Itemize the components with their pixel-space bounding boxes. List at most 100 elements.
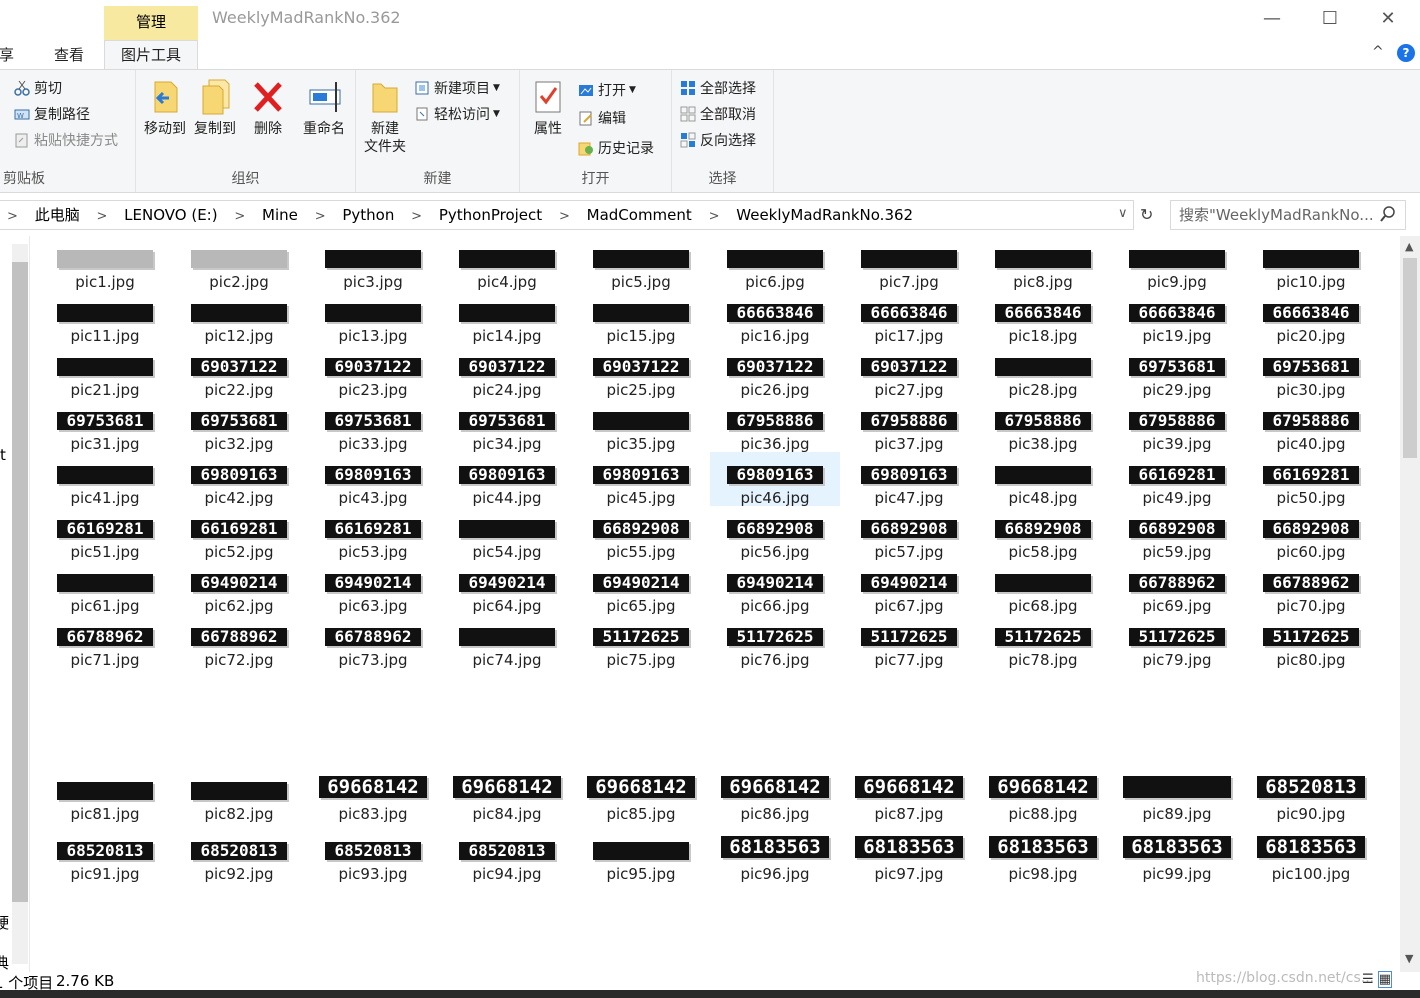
delete-button[interactable]: 删除 — [248, 78, 288, 138]
file-item[interactable]: pic5.jpg — [576, 236, 706, 291]
file-item[interactable]: 67958886 pic38.jpg — [978, 398, 1108, 453]
file-item[interactable]: 68183563 pic96.jpg — [710, 828, 840, 883]
file-item[interactable]: 69037122 pic24.jpg — [442, 344, 572, 399]
file-item[interactable]: 69668142 pic87.jpg — [844, 768, 974, 823]
file-item[interactable]: 66892908 pic60.jpg — [1246, 506, 1376, 561]
breadcrumb-chevron-icon[interactable]: > — [234, 203, 245, 229]
file-item[interactable]: 68520813 pic94.jpg — [442, 828, 572, 883]
file-item[interactable]: 66892908 pic57.jpg — [844, 506, 974, 561]
file-item[interactable]: 69490214 pic62.jpg — [174, 560, 304, 615]
file-item[interactable]: 66788962 pic73.jpg — [308, 614, 438, 669]
minimize-button[interactable]: — — [1252, 4, 1292, 34]
file-item[interactable]: 66169281 pic50.jpg — [1246, 452, 1376, 507]
breadcrumb-current-folder[interactable]: WeeklyMadRankNo.362 — [736, 201, 913, 229]
open-button[interactable]: 打开 ▼ — [578, 80, 636, 100]
close-button[interactable]: ✕ — [1368, 4, 1408, 34]
file-item[interactable]: 69809163 pic46.jpg — [710, 452, 840, 507]
view-buttons[interactable]: ☰ ▦ — [1362, 971, 1393, 988]
file-item[interactable]: 68183563 pic98.jpg — [978, 828, 1108, 883]
file-item[interactable]: pic48.jpg — [978, 452, 1108, 507]
file-item[interactable]: 66663846 pic17.jpg — [844, 290, 974, 345]
maximize-button[interactable]: ☐ — [1310, 4, 1350, 34]
address-dropdown-icon[interactable]: ∨ — [1118, 200, 1128, 228]
file-item[interactable]: 69490214 pic63.jpg — [308, 560, 438, 615]
file-item[interactable]: 69037122 pic27.jpg — [844, 344, 974, 399]
tab-picture-tools[interactable]: 图片工具 — [104, 40, 198, 71]
file-item[interactable]: 69753681 pic29.jpg — [1112, 344, 1242, 399]
file-item[interactable]: 69037122 pic22.jpg — [174, 344, 304, 399]
scroll-up-arrow-icon[interactable]: ▲ — [1405, 240, 1413, 253]
breadcrumb-pythonproject[interactable]: PythonProject — [439, 201, 542, 229]
file-item[interactable]: 69037122 pic25.jpg — [576, 344, 706, 399]
breadcrumb-chevron-icon[interactable]: > — [559, 203, 570, 229]
breadcrumb-madcomment[interactable]: MadComment — [587, 201, 692, 229]
file-item[interactable]: 69668142 pic84.jpg — [442, 768, 572, 823]
copy-path-button[interactable]: W 复制路径 — [14, 104, 90, 124]
file-item[interactable]: 66892908 pic58.jpg — [978, 506, 1108, 561]
file-item[interactable]: 66169281 pic52.jpg — [174, 506, 304, 561]
file-item[interactable]: 69668142 pic88.jpg — [978, 768, 1108, 823]
file-item[interactable]: 66788962 pic70.jpg — [1246, 560, 1376, 615]
search-input[interactable]: 搜索"WeeklyMadRankNo... — [1170, 200, 1406, 230]
file-item[interactable]: 51172625 pic77.jpg — [844, 614, 974, 669]
file-item[interactable]: 68520813 pic93.jpg — [308, 828, 438, 883]
history-button[interactable]: 历史记录 — [578, 138, 654, 158]
file-item[interactable]: 51172625 pic76.jpg — [710, 614, 840, 669]
file-item[interactable]: pic68.jpg — [978, 560, 1108, 615]
file-item[interactable]: 66663846 pic18.jpg — [978, 290, 1108, 345]
file-item[interactable]: pic61.jpg — [40, 560, 170, 615]
file-item[interactable]: pic4.jpg — [442, 236, 572, 291]
file-item[interactable]: pic2.jpg — [174, 236, 304, 291]
file-item[interactable]: pic10.jpg — [1246, 236, 1376, 291]
file-item[interactable]: pic35.jpg — [576, 398, 706, 453]
file-item[interactable]: 51172625 pic79.jpg — [1112, 614, 1242, 669]
file-item[interactable]: 66788962 pic69.jpg — [1112, 560, 1242, 615]
file-item[interactable]: pic12.jpg — [174, 290, 304, 345]
file-item[interactable]: 69037122 pic26.jpg — [710, 344, 840, 399]
vertical-scrollbar-thumb[interactable] — [1403, 258, 1417, 458]
file-item[interactable]: 69753681 pic30.jpg — [1246, 344, 1376, 399]
file-item[interactable]: 69490214 pic65.jpg — [576, 560, 706, 615]
file-item[interactable]: 69753681 pic33.jpg — [308, 398, 438, 453]
file-item[interactable]: pic74.jpg — [442, 614, 572, 669]
file-item[interactable]: pic7.jpg — [844, 236, 974, 291]
breadcrumb-python[interactable]: Python — [342, 201, 394, 229]
easy-access-button[interactable]: 轻松访问 ▼ — [414, 104, 500, 124]
properties-button[interactable]: 属性 — [528, 78, 568, 138]
file-item[interactable]: 69490214 pic64.jpg — [442, 560, 572, 615]
file-item[interactable]: pic95.jpg — [576, 828, 706, 883]
new-folder-button[interactable]: 新建 文件夹 — [360, 78, 410, 156]
details-view-icon[interactable]: ☰ — [1362, 972, 1374, 987]
file-item[interactable]: 66788962 pic71.jpg — [40, 614, 170, 669]
file-item[interactable]: 68520813 pic90.jpg — [1246, 768, 1376, 823]
breadcrumb-chevron-icon[interactable]: > — [411, 203, 422, 229]
file-item[interactable]: pic14.jpg — [442, 290, 572, 345]
collapse-ribbon-icon[interactable]: ^ — [1372, 44, 1384, 60]
tab-share[interactable]: 共享 — [0, 44, 14, 65]
file-item[interactable]: pic9.jpg — [1112, 236, 1242, 291]
file-item[interactable]: pic89.jpg — [1112, 768, 1242, 823]
file-item[interactable]: 66169281 pic49.jpg — [1112, 452, 1242, 507]
help-icon[interactable]: ? — [1397, 44, 1415, 62]
new-item-button[interactable]: 新建项目 ▼ — [414, 78, 500, 98]
file-item[interactable]: 68183563 pic97.jpg — [844, 828, 974, 883]
breadcrumb-chevron-icon[interactable]: > — [709, 203, 720, 229]
file-item[interactable]: 69753681 pic32.jpg — [174, 398, 304, 453]
file-item[interactable]: 68183563 pic99.jpg — [1112, 828, 1242, 883]
file-item[interactable]: 67958886 pic39.jpg — [1112, 398, 1242, 453]
file-item[interactable]: 51172625 pic78.jpg — [978, 614, 1108, 669]
file-item[interactable]: pic13.jpg — [308, 290, 438, 345]
file-item[interactable]: 69668142 pic85.jpg — [576, 768, 706, 823]
select-all-button[interactable]: 全部选择 — [680, 78, 756, 98]
file-item[interactable]: 67958886 pic40.jpg — [1246, 398, 1376, 453]
file-item[interactable]: 51172625 pic80.jpg — [1246, 614, 1376, 669]
file-item[interactable]: pic3.jpg — [308, 236, 438, 291]
file-item[interactable]: 69490214 pic67.jpg — [844, 560, 974, 615]
file-item[interactable]: pic81.jpg — [40, 768, 170, 823]
file-item[interactable]: 69809163 pic42.jpg — [174, 452, 304, 507]
file-item[interactable]: 67958886 pic36.jpg — [710, 398, 840, 453]
file-item[interactable]: 69809163 pic43.jpg — [308, 452, 438, 507]
file-item[interactable]: 66663846 pic19.jpg — [1112, 290, 1242, 345]
file-item[interactable]: 66892908 pic59.jpg — [1112, 506, 1242, 561]
file-item[interactable]: 69753681 pic31.jpg — [40, 398, 170, 453]
